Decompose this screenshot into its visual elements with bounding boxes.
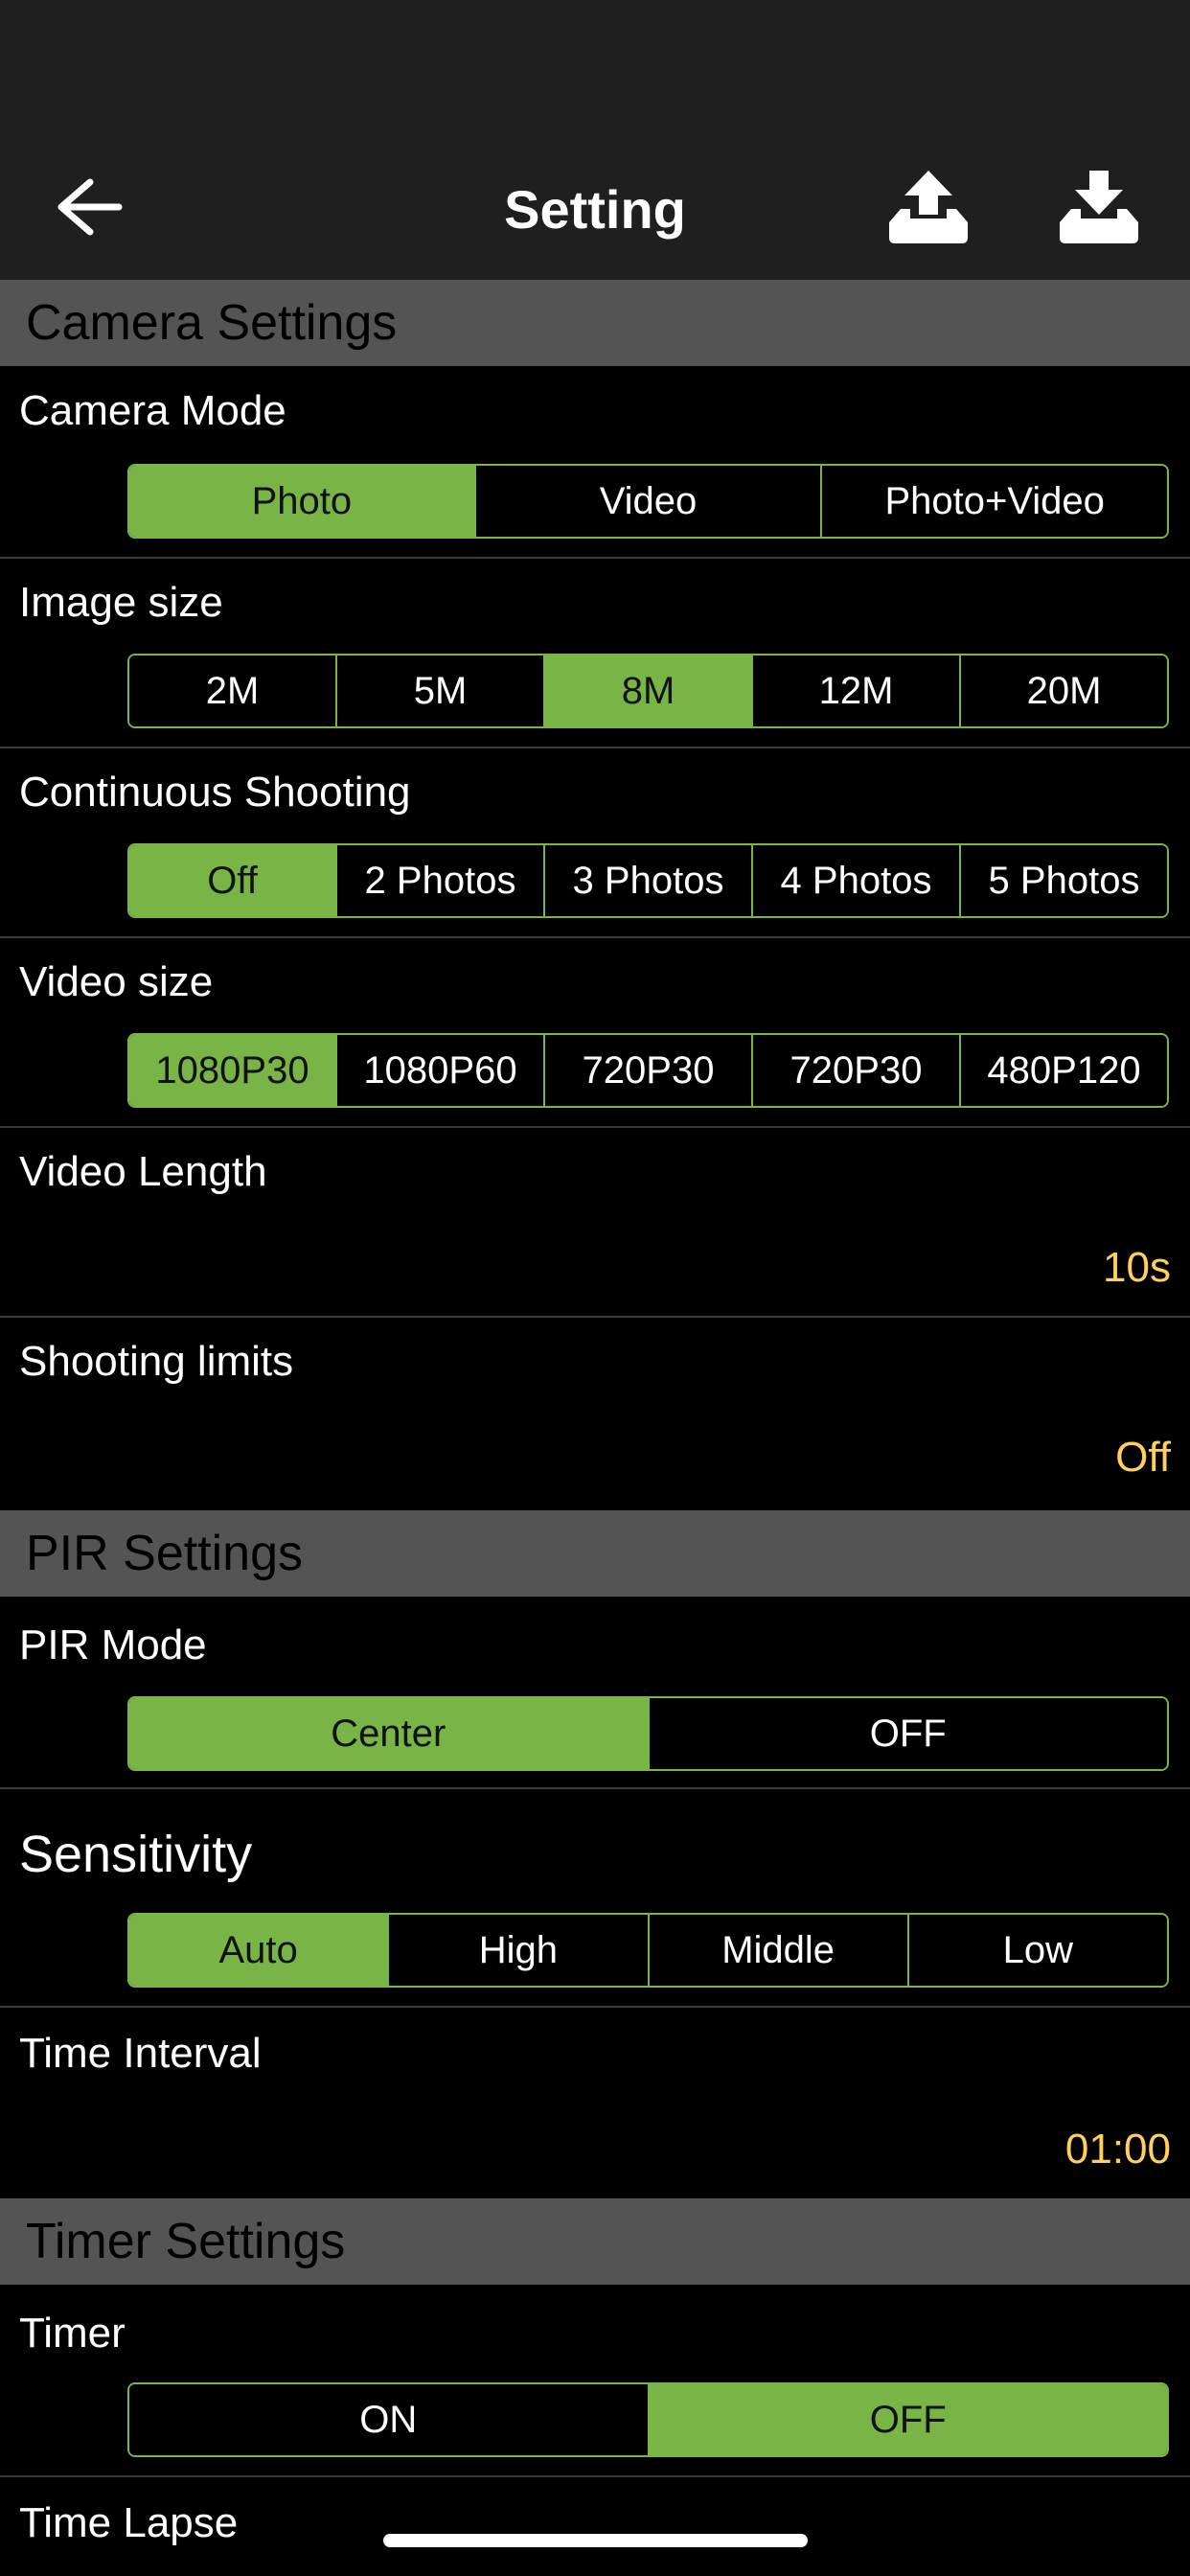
divider xyxy=(0,2475,1190,2477)
continuous-shooting-option-3[interactable]: 3 Photos xyxy=(545,845,753,916)
camera-mode-option-video[interactable]: Video xyxy=(475,466,823,537)
video-size-segmented-control: 1080P30 1080P60 720P30 720P30 480P120 xyxy=(127,1033,1169,1108)
pir-settings-header: PIR Settings xyxy=(0,1510,1190,1597)
image-size-option-5m[interactable]: 5M xyxy=(337,656,545,726)
camera-mode-segmented-control: Photo Video Photo+Video xyxy=(127,464,1169,539)
status-bar xyxy=(0,0,1190,163)
continuous-shooting-option-2[interactable]: 2 Photos xyxy=(337,845,545,916)
video-size-option-720p30[interactable]: 720P30 xyxy=(545,1035,753,1106)
continuous-shooting-segmented-control: Off 2 Photos 3 Photos 4 Photos 5 Photos xyxy=(127,843,1169,918)
shooting-limits-value[interactable]: Off xyxy=(1115,1434,1171,1482)
continuous-shooting-label: Continuous Shooting xyxy=(19,769,411,816)
download-tray-icon[interactable] xyxy=(1058,169,1140,245)
sensitivity-option-high[interactable]: High xyxy=(389,1915,650,1986)
home-indicator xyxy=(383,2534,808,2547)
sensitivity-label: Sensitivity xyxy=(19,1826,253,1883)
continuous-shooting-option-5[interactable]: 5 Photos xyxy=(961,845,1167,916)
sensitivity-option-low[interactable]: Low xyxy=(908,1915,1167,1986)
time-interval-value[interactable]: 01:00 xyxy=(1065,2126,1171,2174)
sensitivity-segmented-control: Auto High Middle Low xyxy=(127,1913,1169,1988)
video-size-option-1080p60[interactable]: 1080P60 xyxy=(337,1035,545,1106)
video-size-option-480p120[interactable]: 480P120 xyxy=(961,1035,1167,1106)
image-size-option-8m[interactable]: 8M xyxy=(545,656,753,726)
divider xyxy=(0,936,1190,938)
video-size-option-720p30-b[interactable]: 720P30 xyxy=(753,1035,961,1106)
image-size-option-20m[interactable]: 20M xyxy=(961,656,1167,726)
image-size-segmented-control: 2M 5M 8M 12M 20M xyxy=(127,654,1169,728)
image-size-label: Image size xyxy=(19,579,223,626)
divider xyxy=(0,1787,1190,1789)
divider xyxy=(0,557,1190,559)
divider xyxy=(0,747,1190,748)
camera-mode-label: Camera Mode xyxy=(19,387,286,434)
shooting-limits-label: Shooting limits xyxy=(19,1338,294,1385)
sensitivity-option-auto[interactable]: Auto xyxy=(129,1915,390,1986)
time-interval-label: Time Interval xyxy=(19,2030,262,2077)
pir-mode-segmented-control: Center OFF xyxy=(127,1696,1169,1771)
continuous-shooting-option-off[interactable]: Off xyxy=(129,845,337,916)
divider xyxy=(0,2006,1190,2008)
camera-mode-option-photo[interactable]: Photo xyxy=(129,466,476,537)
time-lapse-label: Time Lapse xyxy=(19,2499,239,2546)
divider xyxy=(0,1126,1190,1128)
video-length-value[interactable]: 10s xyxy=(1103,1244,1171,1292)
page-title: Setting xyxy=(504,179,686,240)
continuous-shooting-option-4[interactable]: 4 Photos xyxy=(753,845,961,916)
camera-mode-option-photo-video[interactable]: Photo+Video xyxy=(822,466,1167,537)
timer-option-on[interactable]: ON xyxy=(129,2384,650,2455)
pir-mode-label: PIR Mode xyxy=(19,1622,207,1668)
image-size-option-12m[interactable]: 12M xyxy=(753,656,961,726)
video-length-label: Video Length xyxy=(19,1148,267,1195)
video-size-label: Video size xyxy=(19,958,214,1005)
image-size-option-2m[interactable]: 2M xyxy=(129,656,337,726)
upload-tray-icon[interactable] xyxy=(887,169,970,245)
timer-segmented-control: ON OFF xyxy=(127,2382,1169,2457)
video-size-option-1080p30[interactable]: 1080P30 xyxy=(129,1035,337,1106)
pir-mode-option-off[interactable]: OFF xyxy=(649,1698,1167,1769)
sensitivity-option-middle[interactable]: Middle xyxy=(649,1915,909,1986)
timer-settings-header: Timer Settings xyxy=(0,2198,1190,2285)
divider xyxy=(0,1316,1190,1318)
pir-mode-option-center[interactable]: Center xyxy=(129,1698,650,1769)
timer-option-off[interactable]: OFF xyxy=(649,2384,1167,2455)
timer-label: Timer xyxy=(19,2310,126,2357)
camera-settings-header: Camera Settings xyxy=(0,280,1190,366)
